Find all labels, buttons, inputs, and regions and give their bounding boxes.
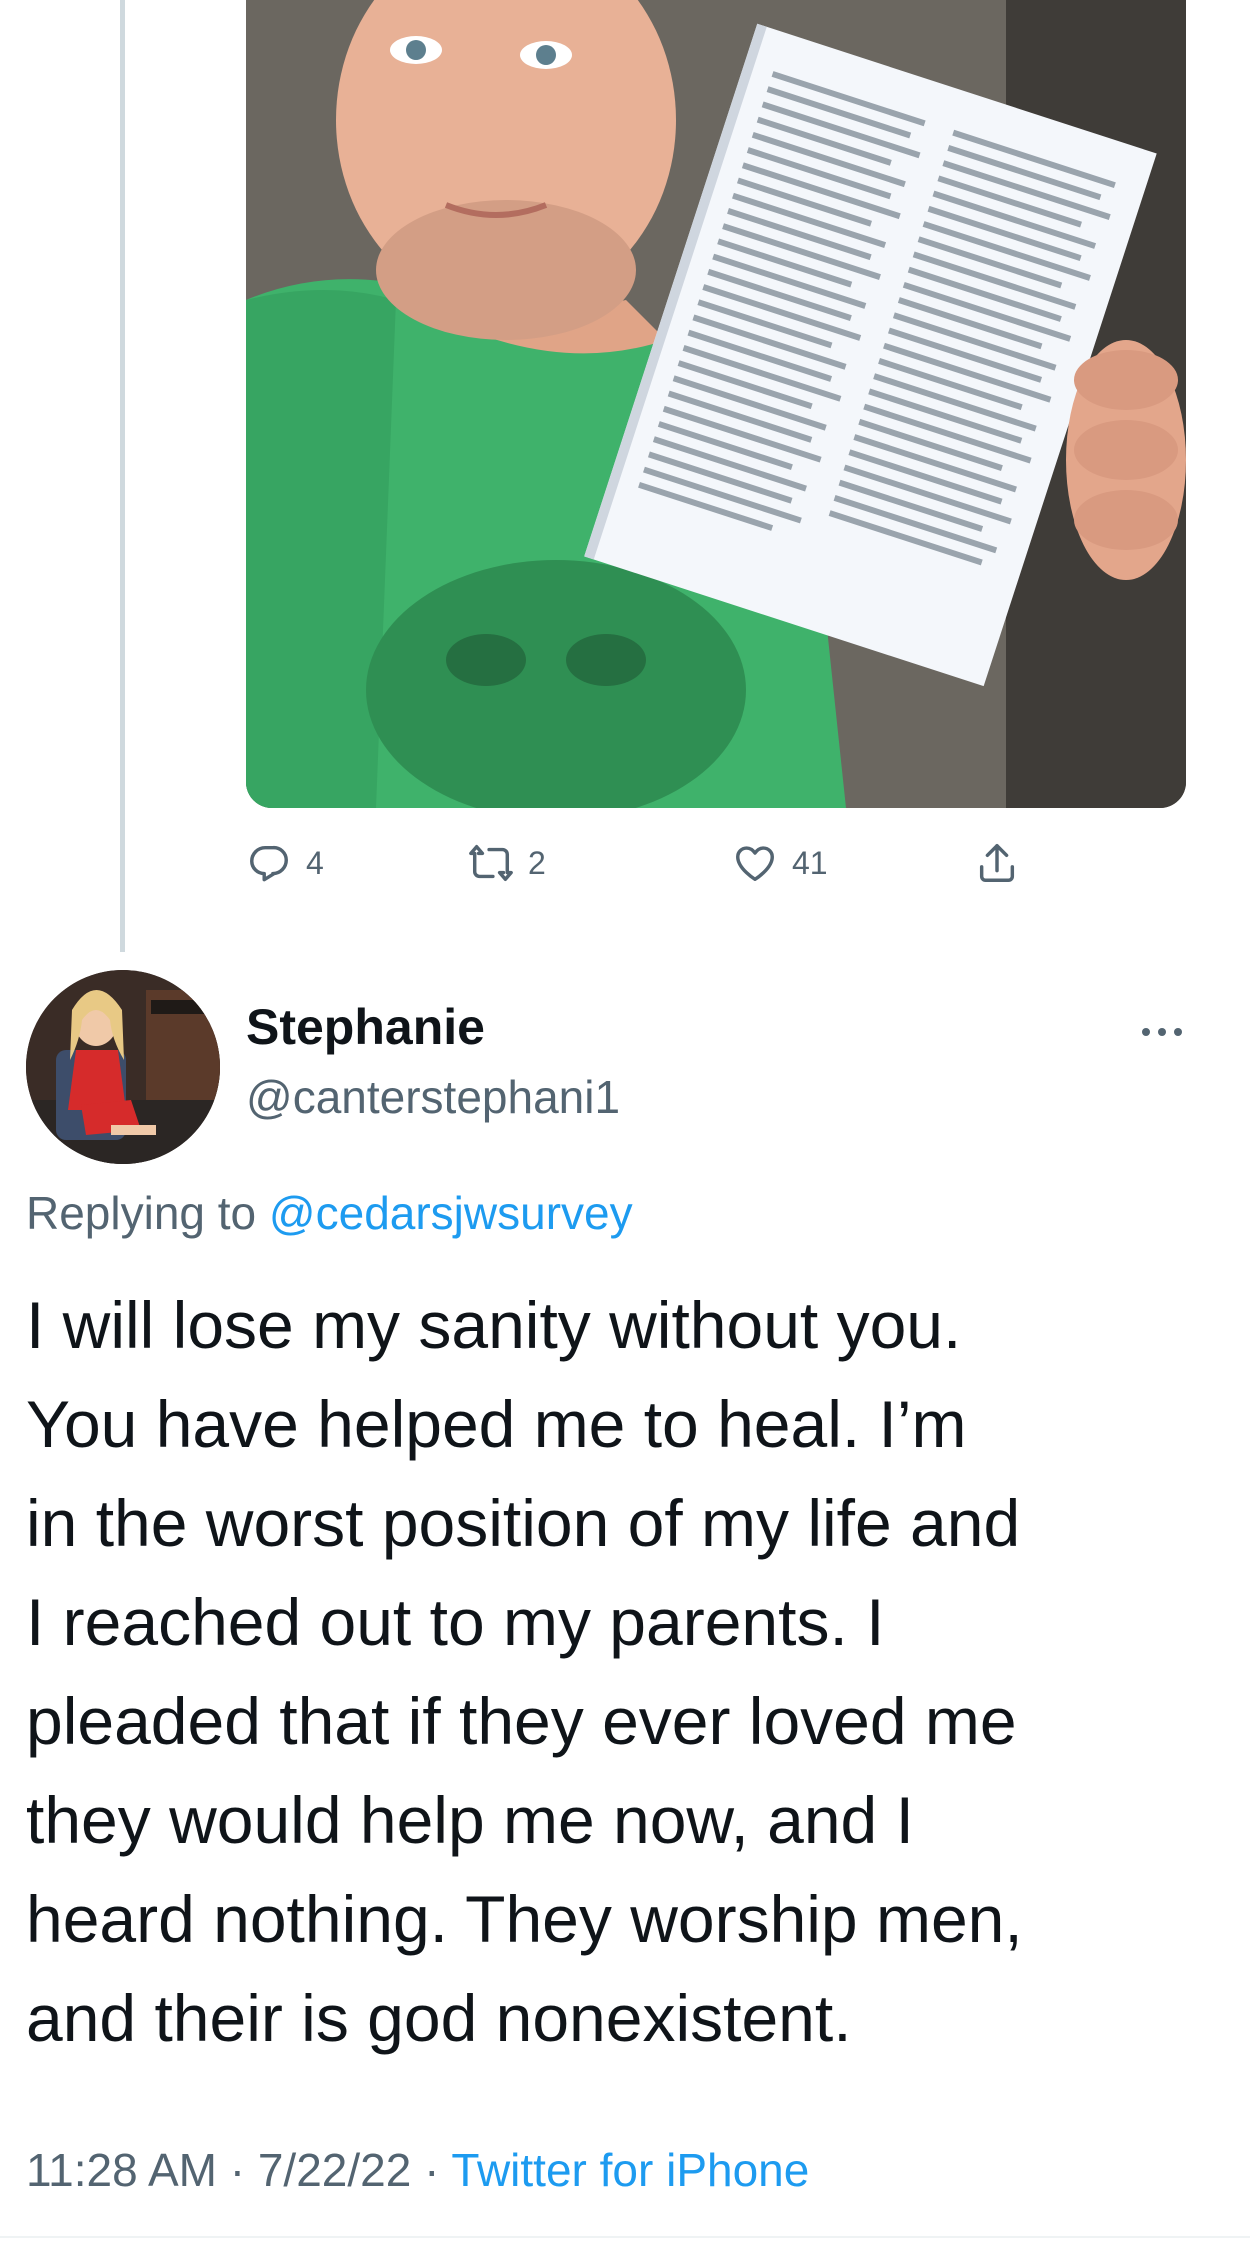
retweet-count: 2 (528, 844, 546, 881)
author-handle[interactable]: @canterstephani1 (246, 1070, 620, 1124)
replying-to: Replying to @cedarsjwsurvey (26, 1186, 633, 1240)
tweet-time[interactable]: 11:28 AM (26, 2144, 217, 2196)
thread-connector-line (120, 0, 125, 952)
like-button[interactable]: 41 (732, 840, 828, 886)
replying-to-mention[interactable]: @cedarsjwsurvey (269, 1187, 633, 1239)
tweet-action-bar: 4 2 41 (246, 840, 1186, 896)
meta-separator: · (411, 2144, 452, 2196)
tweet-photo[interactable] (246, 0, 1186, 808)
reply-button[interactable]: 4 (246, 840, 324, 886)
retweet-icon (469, 844, 513, 882)
retweet-button[interactable]: 2 (468, 840, 546, 886)
heart-icon (736, 846, 774, 882)
meta-separator: · (216, 2144, 258, 2196)
bottom-divider (0, 2236, 1250, 2238)
avatar[interactable] (26, 970, 220, 1164)
more-icon (1142, 1028, 1182, 1036)
tweet-source[interactable]: Twitter for iPhone (451, 2144, 809, 2196)
like-count: 41 (792, 844, 828, 881)
reply-count: 4 (306, 844, 324, 881)
replying-prefix: Replying to (26, 1187, 269, 1239)
avatar-photo (26, 970, 220, 1164)
more-options-button[interactable] (1132, 1012, 1192, 1052)
share-button[interactable] (974, 840, 1020, 886)
tweet-date[interactable]: 7/22/22 (258, 2144, 411, 2196)
author-name[interactable]: Stephanie (246, 998, 485, 1056)
reply-icon (250, 845, 288, 882)
photo-illustration (246, 0, 1186, 808)
share-icon (979, 844, 1015, 882)
tweet-text: I will lose my sanity without you. You h… (26, 1288, 1023, 2055)
tweet-metadata: 11:28 AM · 7/22/22 · Twitter for iPhone (26, 2143, 809, 2197)
